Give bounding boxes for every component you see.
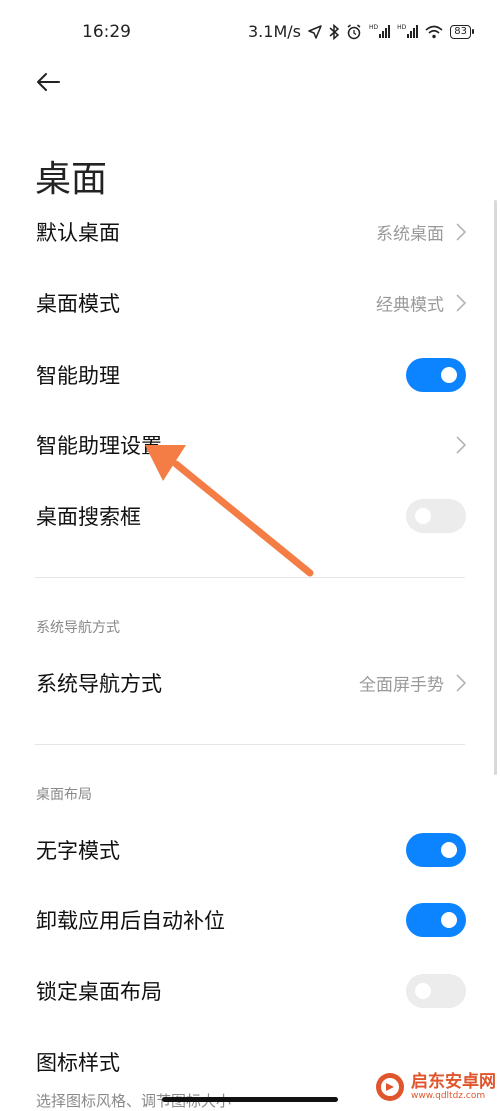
network-speed: 3.1M/s bbox=[248, 22, 301, 41]
status-bar: 16:29 3.1M/s HD HD 83 bbox=[0, 0, 500, 66]
toggle-knob bbox=[441, 842, 457, 858]
watermark: 启东安卓网 www.qdltdz.com bbox=[375, 1072, 496, 1102]
setting-lock-layout: 锁定桌面布局 bbox=[0, 961, 500, 1021]
hd-signal-icon: HD bbox=[397, 24, 419, 38]
page-title: 桌面 bbox=[35, 159, 108, 201]
divider bbox=[35, 744, 465, 745]
location-arrow-icon bbox=[308, 24, 322, 39]
setting-smart-assistant-settings[interactable]: 智能助理设置 bbox=[0, 415, 500, 475]
battery-icon: 83 bbox=[450, 24, 474, 39]
battery-level: 83 bbox=[450, 24, 471, 39]
hd-signal-icon: HD bbox=[368, 24, 391, 38]
setting-desktop-search-bar: 桌面搜索框 bbox=[0, 486, 500, 546]
scrollbar[interactable] bbox=[494, 200, 497, 775]
toggle-knob bbox=[441, 912, 457, 928]
toggle-knob bbox=[415, 983, 431, 999]
setting-label: 默认桌面 bbox=[36, 221, 120, 245]
chevron-right-icon bbox=[456, 674, 467, 692]
setting-value: 系统桌面 bbox=[376, 224, 444, 245]
watermark-logo-icon bbox=[376, 1073, 404, 1101]
auto-fill-toggle[interactable] bbox=[406, 903, 466, 937]
setting-label: 卸载应用后自动补位 bbox=[36, 909, 225, 933]
section-header-layout: 桌面布局 bbox=[36, 787, 92, 803]
status-icons: 3.1M/s HD HD 83 bbox=[248, 22, 474, 41]
setting-label: 系统导航方式 bbox=[36, 672, 162, 696]
setting-navigation-mode[interactable]: 系统导航方式 全面屏手势 bbox=[0, 653, 500, 713]
smart-assistant-toggle[interactable] bbox=[406, 358, 466, 392]
setting-label: 无字模式 bbox=[36, 839, 120, 863]
setting-smart-assistant: 智能助理 bbox=[0, 345, 500, 405]
setting-default-launcher[interactable]: 默认桌面 系统桌面 bbox=[0, 202, 500, 262]
status-time: 16:29 bbox=[82, 22, 131, 42]
toggle-knob bbox=[441, 367, 457, 383]
setting-label: 桌面模式 bbox=[36, 292, 120, 316]
watermark-url: www.qdltdz.com bbox=[411, 1090, 486, 1101]
setting-auto-fill-after-uninstall: 卸载应用后自动补位 bbox=[0, 890, 500, 950]
hd-badge: HD bbox=[397, 24, 407, 31]
chevron-right-icon bbox=[456, 294, 467, 312]
setting-label: 智能助理设置 bbox=[36, 434, 162, 458]
setting-label: 锁定桌面布局 bbox=[36, 980, 162, 1004]
setting-value: 全面屏手势 bbox=[359, 675, 444, 696]
lock-layout-toggle[interactable] bbox=[406, 974, 466, 1008]
home-indicator[interactable] bbox=[162, 1097, 338, 1102]
bluetooth-icon bbox=[329, 23, 339, 40]
setting-value: 经典模式 bbox=[376, 295, 444, 316]
no-label-mode-toggle[interactable] bbox=[406, 833, 466, 867]
setting-label: 智能助理 bbox=[36, 364, 120, 388]
toggle-knob bbox=[415, 508, 431, 524]
chevron-right-icon bbox=[456, 223, 467, 241]
desktop-search-bar-toggle[interactable] bbox=[406, 499, 466, 533]
section-header-navigation: 系统导航方式 bbox=[36, 620, 120, 636]
arrow-left-icon[interactable] bbox=[33, 66, 65, 98]
wifi-icon bbox=[425, 25, 443, 38]
setting-no-label-mode: 无字模式 bbox=[0, 820, 500, 880]
chevron-right-icon bbox=[456, 436, 467, 454]
setting-launcher-mode[interactable]: 桌面模式 经典模式 bbox=[0, 273, 500, 333]
divider bbox=[35, 577, 465, 578]
watermark-name: 启东安卓网 bbox=[411, 1071, 496, 1092]
alarm-icon bbox=[347, 23, 361, 39]
hd-badge: HD bbox=[368, 24, 379, 31]
setting-label: 桌面搜索框 bbox=[36, 505, 141, 529]
setting-label: 图标样式 bbox=[36, 1051, 120, 1075]
